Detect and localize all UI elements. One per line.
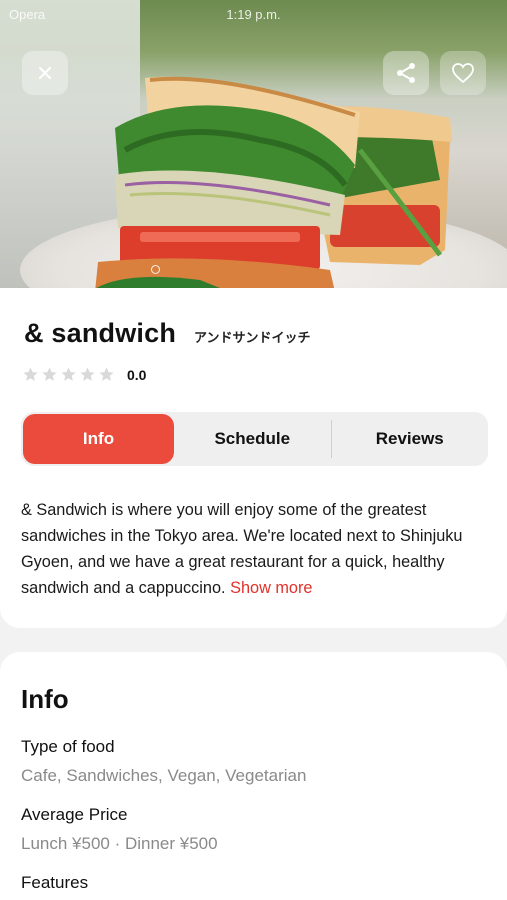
- info-label: Type of food: [21, 737, 115, 756]
- info-heading: Info: [21, 684, 69, 714]
- tab-reviews[interactable]: Reviews: [332, 414, 489, 464]
- restaurant-name: & sandwich: [24, 318, 177, 348]
- star-icon: [99, 367, 114, 381]
- heart-icon: [452, 63, 474, 84]
- tab-bar: Info Schedule Reviews: [21, 412, 488, 466]
- info-item-average-price: Average Price Lunch ¥500 · Dinner ¥500: [21, 805, 218, 854]
- restaurant-name-jp: アンドサンドイッチ: [194, 330, 311, 345]
- info-item-features: Features: [21, 873, 88, 893]
- info-value: Lunch ¥500 · Dinner ¥500: [21, 834, 218, 853]
- restaurant-summary-card: & sandwich アンドサンドイッチ 0.0 Info Schedule R…: [0, 288, 507, 628]
- tab-info[interactable]: Info: [23, 414, 174, 464]
- restaurant-description: & Sandwich is where you will enjoy some …: [21, 497, 481, 601]
- page-indicator-dot: [151, 265, 160, 274]
- info-item-type-of-food: Type of food Cafe, Sandwiches, Vegan, Ve…: [21, 737, 306, 786]
- info-card: Info Type of food Cafe, Sandwiches, Vega…: [0, 652, 507, 900]
- close-icon: [39, 67, 51, 79]
- status-bar: Opera 1:19 p.m.: [0, 0, 507, 30]
- show-more-link[interactable]: Show more: [230, 579, 312, 597]
- share-button[interactable]: [383, 51, 429, 95]
- info-label: Average Price: [21, 805, 128, 824]
- status-time: 1:19 p.m.: [226, 7, 281, 22]
- close-button[interactable]: [22, 51, 68, 95]
- star-icon: [80, 367, 95, 381]
- hero-image[interactable]: Opera 1:19 p.m.: [0, 0, 507, 292]
- rating-value: 0.0: [127, 366, 147, 383]
- star-icon: [42, 367, 57, 381]
- info-label: Features: [21, 873, 89, 892]
- star-icon: [61, 367, 76, 381]
- tab-schedule[interactable]: Schedule: [174, 414, 331, 464]
- star-icon: [23, 367, 38, 381]
- favorite-button[interactable]: [440, 51, 486, 95]
- star-rating: [22, 366, 115, 383]
- rating-row[interactable]: 0.0: [22, 366, 146, 383]
- title-row: & sandwich アンドサンドイッチ: [24, 318, 311, 349]
- share-icon: [397, 63, 415, 83]
- info-value: Cafe, Sandwiches, Vegan, Vegetarian: [21, 766, 307, 785]
- sandwich-photo: [90, 76, 452, 292]
